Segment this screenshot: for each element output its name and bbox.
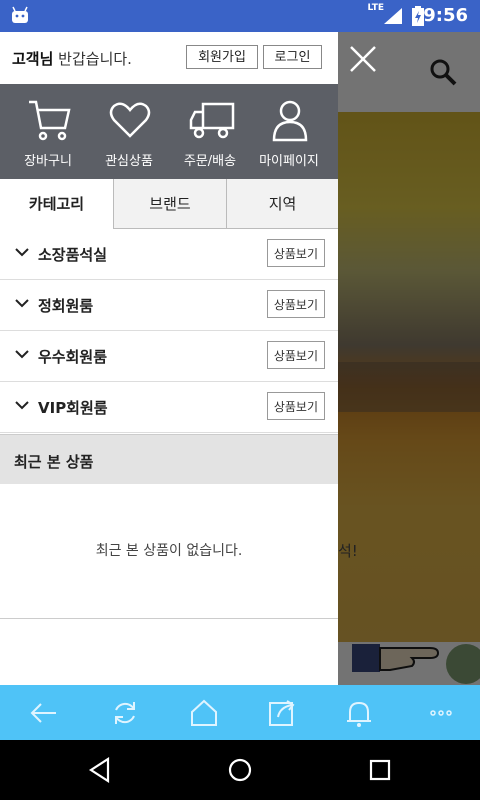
nav-back-icon[interactable] bbox=[88, 757, 112, 783]
refresh-icon[interactable] bbox=[109, 697, 141, 729]
category-name: 정회원룸 bbox=[38, 297, 94, 315]
category-name: VIP회원룸 bbox=[38, 399, 108, 417]
background-page: 석! bbox=[338, 32, 480, 685]
quick-menu-cart[interactable]: 장바구니 bbox=[8, 84, 88, 179]
search-icon[interactable] bbox=[428, 57, 458, 87]
android-icon bbox=[12, 6, 28, 23]
status-bar: LTE 9:56 bbox=[0, 0, 480, 32]
clock: 9:56 bbox=[423, 5, 468, 26]
login-button[interactable]: 로그인 bbox=[263, 45, 322, 69]
tab-region[interactable]: 지역 bbox=[226, 179, 338, 229]
recent-products-header: 최근 본 상품 bbox=[0, 434, 338, 484]
drawer-tabs: 카테고리 브랜드 지역 bbox=[0, 179, 338, 229]
view-products-button[interactable]: 상품보기 bbox=[266, 392, 325, 420]
close-icon[interactable] bbox=[348, 44, 378, 74]
system-nav-bar bbox=[0, 740, 480, 800]
dim-overlay[interactable] bbox=[338, 32, 480, 685]
join-button[interactable]: 회원가입 bbox=[186, 45, 258, 69]
signal-icon bbox=[384, 8, 402, 24]
category-item[interactable]: VIP회원룸 상품보기 bbox=[0, 382, 338, 433]
greeting-text: 반갑습니다. bbox=[53, 50, 132, 68]
cart-icon bbox=[29, 100, 71, 141]
chevron-down-icon bbox=[15, 299, 29, 308]
home-icon[interactable] bbox=[188, 697, 220, 729]
network-type: LTE bbox=[367, 3, 384, 13]
view-products-button[interactable]: 상품보기 bbox=[266, 239, 325, 267]
recent-products-empty: 최근 본 상품이 없습니다. bbox=[0, 484, 338, 619]
greeting: 고객님 반갑습니다. bbox=[12, 48, 132, 69]
chevron-down-icon bbox=[15, 248, 29, 257]
quick-menu-orders[interactable]: 주문/배송 bbox=[170, 84, 250, 179]
heart-icon bbox=[109, 102, 151, 138]
battery-icon bbox=[412, 6, 424, 26]
quick-menu-mypage[interactable]: 마이페이지 bbox=[249, 84, 329, 179]
chevron-down-icon bbox=[15, 401, 29, 410]
category-name: 소장품석실 bbox=[38, 246, 108, 264]
category-item[interactable]: 정회원룸 상품보기 bbox=[0, 280, 338, 331]
nav-recents-icon[interactable] bbox=[369, 757, 391, 783]
back-arrow-icon[interactable] bbox=[28, 697, 60, 729]
browser-toolbar bbox=[0, 685, 480, 740]
empty-message: 최근 본 상품이 없습니다. bbox=[95, 543, 243, 559]
side-drawer: 고객님 반갑습니다. 회원가입 로그인 장바구니 관심상품 주문/배송 마이페이… bbox=[0, 32, 338, 685]
quick-menu: 장바구니 관심상품 주문/배송 마이페이지 bbox=[0, 84, 338, 179]
quick-menu-wishlist[interactable]: 관심상품 bbox=[89, 84, 169, 179]
quick-menu-label: 주문/배송 bbox=[183, 154, 237, 169]
tab-brand[interactable]: 브랜드 bbox=[113, 179, 226, 229]
quick-menu-label: 장바구니 bbox=[24, 154, 72, 169]
quick-menu-label: 마이페이지 bbox=[259, 154, 319, 169]
truck-icon bbox=[189, 102, 235, 139]
recent-products-title: 최근 본 상품 bbox=[14, 453, 94, 471]
view-products-button[interactable]: 상품보기 bbox=[266, 341, 325, 369]
background-caption: 석! bbox=[338, 542, 358, 560]
quick-menu-label: 관심상품 bbox=[105, 154, 153, 169]
tab-category[interactable]: 카테고리 bbox=[0, 179, 113, 229]
chevron-down-icon bbox=[15, 350, 29, 359]
view-products-button[interactable]: 상품보기 bbox=[266, 290, 325, 318]
nav-home-icon[interactable] bbox=[227, 757, 253, 783]
category-item[interactable]: 소장품석실 상품보기 bbox=[0, 229, 338, 280]
bell-icon[interactable] bbox=[343, 697, 375, 729]
share-icon[interactable] bbox=[266, 697, 298, 729]
person-icon bbox=[272, 100, 308, 142]
more-icon[interactable] bbox=[425, 697, 457, 729]
category-name: 우수회원룸 bbox=[38, 348, 108, 366]
greeting-name: 고객님 bbox=[12, 50, 54, 68]
category-item[interactable]: 우수회원룸 상품보기 bbox=[0, 331, 338, 382]
